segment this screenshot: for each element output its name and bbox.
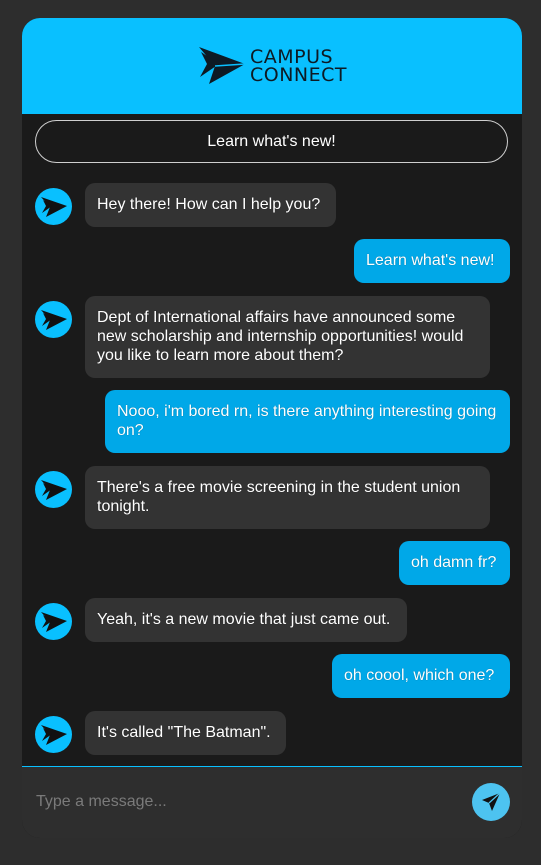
send-icon bbox=[482, 792, 501, 811]
bot-message: There's a free movie screening in the st… bbox=[85, 466, 490, 529]
bot-message: Yeah, it's a new movie that just came ou… bbox=[85, 598, 407, 642]
message-input[interactable] bbox=[34, 781, 458, 823]
header: CAMPUS CONNECT bbox=[22, 18, 522, 114]
logo-line-2: CONNECT bbox=[249, 64, 348, 86]
bot-avatar bbox=[35, 471, 72, 508]
bot-avatar bbox=[35, 603, 72, 640]
paper-plane-icon bbox=[40, 611, 67, 632]
chat-window: CAMPUS CONNECT Learn what's new! Hey the… bbox=[22, 18, 522, 838]
paper-plane-icon bbox=[40, 479, 67, 500]
bot-avatar bbox=[35, 188, 72, 225]
campus-connect-logo: CAMPUS CONNECT bbox=[197, 44, 347, 88]
user-message: oh coool, which one? bbox=[332, 654, 510, 698]
paper-plane-icon bbox=[40, 309, 67, 330]
chat-messages: Learn what's new! Hey there! How can I h… bbox=[22, 114, 522, 766]
user-message: Nooo, i'm bored rn, is there anything in… bbox=[105, 390, 510, 453]
user-message: Learn what's new! bbox=[354, 239, 510, 283]
quick-reply-button[interactable]: Learn what's new! bbox=[35, 120, 508, 163]
bot-message: Dept of International affairs have annou… bbox=[85, 296, 490, 378]
paper-plane-icon bbox=[40, 196, 67, 217]
send-button[interactable] bbox=[472, 783, 510, 821]
paper-plane-icon bbox=[40, 724, 67, 745]
paper-plane-logo-icon bbox=[198, 47, 246, 84]
bot-avatar bbox=[35, 716, 72, 753]
bot-avatar bbox=[35, 301, 72, 338]
bot-message: Hey there! How can I help you? bbox=[85, 183, 336, 227]
composer bbox=[22, 766, 522, 838]
bot-message: It's called "The Batman". bbox=[85, 711, 286, 755]
user-message: oh damn fr? bbox=[399, 541, 510, 585]
